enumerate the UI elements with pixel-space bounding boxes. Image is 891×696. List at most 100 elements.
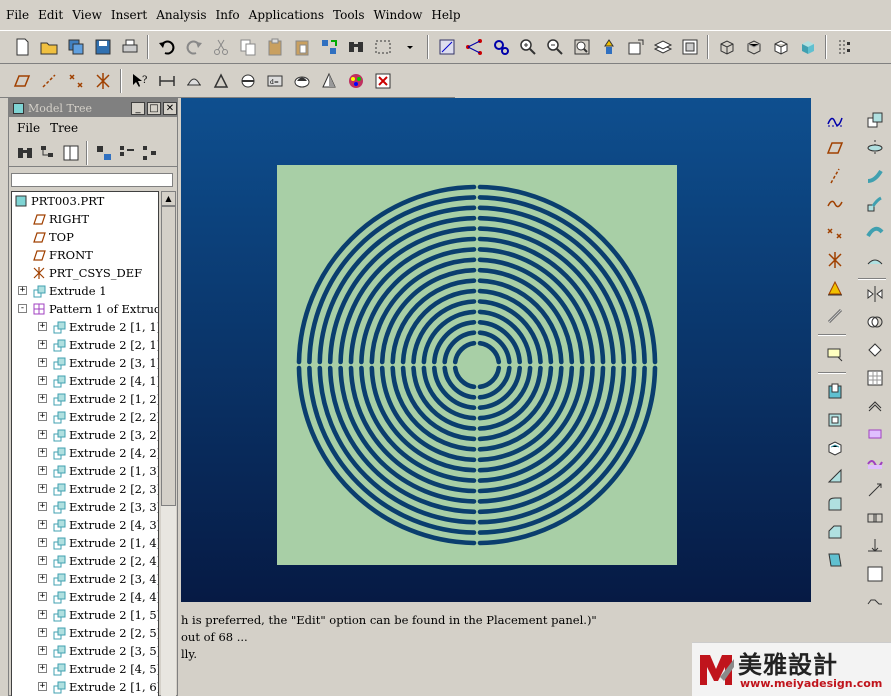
expand-toggle[interactable]: +	[38, 502, 47, 511]
tree-settings-button[interactable]	[117, 142, 137, 164]
trajectory-button[interactable]	[823, 304, 847, 328]
tree-item[interactable]: + Extrude 2 [4, 2]	[12, 444, 158, 462]
menu-file[interactable]: File	[6, 8, 29, 22]
project-button[interactable]	[863, 534, 887, 558]
trim-button[interactable]	[863, 338, 887, 362]
save-button[interactable]	[92, 36, 114, 58]
tree-scrollbar[interactable]: ▲	[161, 191, 176, 696]
tree-item[interactable]: + Extrude 2 [3, 3]	[12, 498, 158, 516]
datum-point-tool-button[interactable]	[823, 220, 847, 244]
intersect-button[interactable]	[863, 506, 887, 530]
tree-item[interactable]: RIGHT	[12, 210, 158, 228]
mirror-button[interactable]	[863, 282, 887, 306]
dropdown-arrow-button[interactable]	[399, 36, 421, 58]
tree-item[interactable]: + Extrude 2 [3, 2]	[12, 426, 158, 444]
datum-planes-button[interactable]	[11, 70, 33, 92]
datum-plane-tool-button[interactable]	[823, 136, 847, 160]
datum-curve-button[interactable]	[823, 192, 847, 216]
tree-item[interactable]: TOP	[12, 228, 158, 246]
new-button[interactable]	[11, 36, 33, 58]
orient-button[interactable]	[598, 36, 620, 58]
boundary-button[interactable]	[863, 248, 887, 272]
print-button[interactable]	[119, 36, 141, 58]
model-tree-titlebar[interactable]: Model Tree _ □ ✕	[9, 99, 177, 117]
tree-item[interactable]: + Extrude 2 [3, 4]	[12, 570, 158, 588]
merge-button[interactable]	[863, 310, 887, 334]
menu-edit[interactable]: Edit	[38, 8, 63, 22]
refit-button[interactable]	[571, 36, 593, 58]
appearance-button[interactable]	[318, 70, 340, 92]
expand-toggle[interactable]: +	[38, 628, 47, 637]
menu-help[interactable]: Help	[431, 8, 460, 22]
expand-toggle[interactable]: +	[38, 340, 47, 349]
tree-item[interactable]: FRONT	[12, 246, 158, 264]
menu-applications[interactable]: Applications	[249, 8, 324, 22]
round-button[interactable]	[823, 492, 847, 516]
sketch-button[interactable]	[436, 36, 458, 58]
maximize-button[interactable]: □	[147, 101, 161, 115]
tree-item[interactable]: + Extrude 2 [1, 4]	[12, 534, 158, 552]
tree-item[interactable]: + Extrude 2 [3, 5]	[12, 642, 158, 660]
tree-item[interactable]: + Extrude 2 [2, 5]	[12, 624, 158, 642]
tree-item[interactable]: PRT003.PRT	[12, 192, 158, 210]
model-view[interactable]	[181, 98, 811, 602]
expand-toggle[interactable]: +	[38, 430, 47, 439]
close-button[interactable]: ✕	[163, 101, 177, 115]
shell-button[interactable]	[823, 436, 847, 460]
thicken-button[interactable]	[863, 422, 887, 446]
select-box-button[interactable]	[372, 36, 394, 58]
rotate-copy-button[interactable]	[863, 108, 887, 132]
chamfer-button[interactable]	[823, 520, 847, 544]
model-tree-list[interactable]: PRT003.PRT RIGHT TOP FRONT PRT_CSYS_DEF + Extr…	[11, 191, 159, 696]
cut-button[interactable]	[210, 36, 232, 58]
tree-expand-button[interactable]	[140, 142, 160, 164]
offset-button[interactable]	[863, 394, 887, 418]
expand-toggle[interactable]: +	[38, 520, 47, 529]
eraser-button[interactable]	[372, 70, 394, 92]
tree-columns-button[interactable]	[61, 142, 81, 164]
copy-button[interactable]	[237, 36, 259, 58]
tree-item[interactable]: + Extrude 2 [2, 2]	[12, 408, 158, 426]
tree-item[interactable]: + Extrude 2 [1, 5]	[12, 606, 158, 624]
tree-item[interactable]: - Pattern 1 of Extrude 2	[12, 300, 158, 318]
pattern-tool-button[interactable]	[863, 366, 887, 390]
branch-button[interactable]	[463, 36, 485, 58]
expand-toggle[interactable]: +	[38, 610, 47, 619]
menu-info[interactable]: Info	[216, 8, 240, 22]
tree-item[interactable]: + Extrude 2 [3, 1]	[12, 354, 158, 372]
hole-button[interactable]	[823, 408, 847, 432]
extend-button[interactable]	[863, 478, 887, 502]
expand-toggle[interactable]: +	[18, 286, 27, 295]
scroll-up-button[interactable]: ▲	[161, 191, 176, 206]
relations-button[interactable]: d=	[264, 70, 286, 92]
find-button[interactable]	[345, 36, 367, 58]
expand-toggle[interactable]: +	[38, 664, 47, 673]
zoom-in-button[interactable]	[517, 36, 539, 58]
shading-analysis-button[interactable]	[291, 70, 313, 92]
tree-item[interactable]: + Extrude 2 [1, 1]	[12, 318, 158, 336]
datum-display-button[interactable]	[834, 36, 856, 58]
revolve-tool-button[interactable]	[863, 136, 887, 160]
expand-toggle[interactable]: +	[38, 412, 47, 421]
datum-axis-tool-button[interactable]	[823, 164, 847, 188]
blend-tool-button[interactable]	[863, 192, 887, 216]
tree-item[interactable]: + Extrude 2 [2, 3]	[12, 480, 158, 498]
datum-points-button[interactable]	[65, 70, 87, 92]
expand-toggle[interactable]: +	[38, 394, 47, 403]
tree-item[interactable]: + Extrude 2 [4, 1]	[12, 372, 158, 390]
save-copy-button[interactable]	[65, 36, 87, 58]
expand-toggle[interactable]: +	[38, 484, 47, 493]
paste-special-button[interactable]	[291, 36, 313, 58]
menu-insert[interactable]: Insert	[111, 8, 147, 22]
tree-display-button[interactable]	[94, 142, 114, 164]
close-window-button[interactable]	[345, 70, 367, 92]
flatten-button[interactable]	[863, 590, 887, 614]
minimize-button[interactable]: _	[131, 101, 145, 115]
mass-properties-button[interactable]	[210, 70, 232, 92]
zoom-out-button[interactable]	[544, 36, 566, 58]
settings-gears-button[interactable]	[490, 36, 512, 58]
tree-item[interactable]: + Extrude 1	[12, 282, 158, 300]
analysis-feature-button[interactable]	[823, 276, 847, 300]
extrude-tool-button[interactable]	[823, 380, 847, 404]
menu-analysis[interactable]: Analysis	[156, 8, 206, 22]
